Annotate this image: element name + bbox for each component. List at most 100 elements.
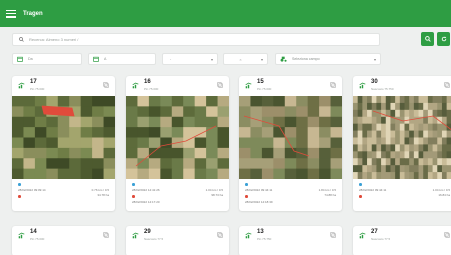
card-distance: 1.84 km / 0.5 <box>318 188 336 192</box>
card-header: 17 Pin 75.000 <box>12 76 115 96</box>
field-filter[interactable]: Seleziona campo ▾ <box>275 53 381 65</box>
close-icon[interactable]: × <box>239 57 241 62</box>
flight-card[interactable]: 17 Pin 75.000 28/02/2022 09:09:14 0.76 k… <box>12 76 115 211</box>
start-dot-icon <box>245 183 248 186</box>
hamburger-menu-icon[interactable] <box>6 9 16 18</box>
copy-icon[interactable] <box>444 82 450 88</box>
chart-growth-icon <box>18 82 25 89</box>
card-number: 14 <box>30 229 37 235</box>
card-header: 16 Pin 75.000 <box>126 76 229 96</box>
chart-growth-icon <box>359 82 366 89</box>
date-from-label: Da <box>28 57 33 61</box>
type-value: - <box>170 57 172 61</box>
card-end-time: 28/02/2022 14:18:39 <box>245 200 273 204</box>
card-header: 13 Pin 75.750 <box>239 226 342 246</box>
card-subtitle: Nascosto 77.5 <box>371 237 391 241</box>
card-meta: 28/02/2022 09:09:14 0.76 km / 0.5 34.78 … <box>12 183 115 211</box>
flight-card[interactable]: 15 Pin 75.000 28/02/2022 09:44:11 1.84 k… <box>239 76 342 211</box>
card-subtitle: Pin 75.000 <box>30 87 45 91</box>
tractor-icon <box>280 56 287 62</box>
chart-growth-icon <box>245 82 252 89</box>
satellite-map-thumbnail[interactable] <box>12 96 115 179</box>
flight-card[interactable]: 27 Nascosto 77.5 <box>353 226 451 255</box>
card-number: 13 <box>257 229 264 235</box>
card-subtitle: Pin 75.000 <box>144 87 159 91</box>
card-number: 27 <box>371 229 378 235</box>
copy-icon[interactable] <box>103 82 109 88</box>
chart-growth-icon <box>245 232 252 239</box>
end-dot-icon <box>132 195 135 198</box>
end-dot-icon <box>359 195 362 198</box>
card-subtitle: Pin 75.000 <box>257 87 272 91</box>
chart-growth-icon <box>132 232 139 239</box>
search-icon <box>19 37 24 42</box>
start-dot-icon <box>132 183 135 186</box>
calendar-icon <box>17 56 23 62</box>
card-start-time: 28/02/2022 14:41:26 <box>132 188 160 192</box>
card-number: 15 <box>257 79 264 85</box>
card-distance: 0.76 km / 0.5 <box>91 188 109 192</box>
chart-growth-icon <box>132 82 139 89</box>
search-icon <box>424 36 431 42</box>
flight-card[interactable]: 13 Pin 75.750 <box>239 226 342 255</box>
card-header: 30 Nascosto 75.750 <box>353 76 451 96</box>
card-number: 16 <box>144 79 151 85</box>
flight-card[interactable]: 14 Pin 75.000 <box>12 226 115 255</box>
card-start-time: 28/02/2022 09:09:14 <box>18 188 46 192</box>
flight-card[interactable]: 30 Nascosto 75.750 28/02/2022 09:44:11 1… <box>353 76 451 211</box>
card-start-time: 28/02/2022 09:44:11 <box>359 188 387 192</box>
card-header: 27 Nascosto 77.5 <box>353 226 451 246</box>
satellite-map-thumbnail[interactable] <box>353 96 451 179</box>
card-meta: 28/02/2022 09:44:11 1.84 km / 0.5 74.88 … <box>239 183 342 211</box>
search-bar[interactable] <box>12 33 380 46</box>
satellite-map-thumbnail[interactable] <box>239 96 342 179</box>
start-dot-icon <box>18 183 21 186</box>
end-dot-icon <box>245 195 248 198</box>
card-header: 29 Nascosto 77.5 <box>126 226 229 246</box>
card-header: 14 Pin 75.000 <box>12 226 115 246</box>
chart-growth-icon <box>359 232 366 239</box>
date-from-filter[interactable]: Da <box>12 53 82 65</box>
card-number: 30 <box>371 79 378 85</box>
copy-icon[interactable] <box>330 232 336 238</box>
copy-icon[interactable] <box>217 82 223 88</box>
card-end-time: 28/02/2022 14:17:20 <box>132 200 160 204</box>
card-subtitle: Pin 75.000 <box>30 237 45 241</box>
card-meta: 28/02/2022 09:44:11 1.04 km / 0.5 16.84 … <box>353 183 451 211</box>
copy-icon[interactable] <box>330 82 336 88</box>
calendar-icon <box>93 56 99 62</box>
refresh-button[interactable] <box>437 32 450 46</box>
field-select-clear[interactable]: × ▾ <box>223 53 268 65</box>
copy-icon[interactable] <box>217 232 223 238</box>
copy-icon[interactable] <box>103 232 109 238</box>
card-subtitle: Pin 75.750 <box>257 237 272 241</box>
satellite-map-thumbnail[interactable] <box>126 96 229 179</box>
type-filter[interactable]: - ▾ <box>162 53 218 65</box>
card-start-time: 28/02/2022 09:44:11 <box>245 188 273 192</box>
card-subtitle: Nascosto 77.5 <box>144 237 164 241</box>
refresh-icon <box>441 36 446 42</box>
app-bar: Tragen <box>0 0 451 27</box>
chevron-down-icon: ▾ <box>210 56 213 62</box>
card-number: 17 <box>30 79 37 85</box>
chevron-down-icon: ▾ <box>373 56 376 62</box>
search-button[interactable] <box>421 32 434 46</box>
card-distance: 1.04 km / 0.5 <box>205 188 223 192</box>
card-subtitle: Nascosto 75.750 <box>371 87 394 91</box>
field-filter-value: Seleziona campo <box>292 57 320 61</box>
start-dot-icon <box>359 183 362 186</box>
search-input[interactable] <box>29 37 329 42</box>
card-meta: 28/02/2022 14:41:26 1.04 km / 0.5 98.73 … <box>126 183 229 211</box>
date-to-label: A <box>104 57 107 61</box>
app-title: Tragen <box>23 10 43 17</box>
copy-icon[interactable] <box>444 232 450 238</box>
flight-card[interactable]: 16 Pin 75.000 28/02/2022 14:41:26 1.04 k… <box>126 76 229 211</box>
flight-card[interactable]: 29 Nascosto 77.5 <box>126 226 229 255</box>
end-dot-icon <box>18 195 21 198</box>
card-distance: 1.04 km / 0.5 <box>432 188 450 192</box>
date-to-filter[interactable]: A <box>88 53 156 65</box>
card-header: 15 Pin 75.000 <box>239 76 342 96</box>
chevron-down-icon: ▾ <box>260 56 263 62</box>
chart-growth-icon <box>18 232 25 239</box>
card-number: 29 <box>144 229 151 235</box>
